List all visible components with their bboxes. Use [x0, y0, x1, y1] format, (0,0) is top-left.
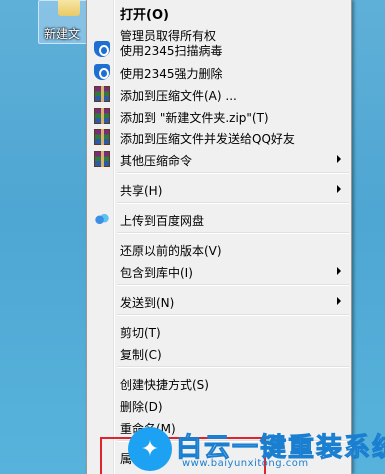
- menu-item-2345-scan[interactable]: 使用2345扫描病毒: [89, 38, 351, 60]
- menu-item-include-in-library[interactable]: 包含到库中(I): [89, 260, 351, 282]
- menu-item-label: 删除(D): [120, 400, 163, 414]
- menu-item-label: 上传到百度网盘: [120, 214, 205, 228]
- menu-item-label: 共享(H): [120, 184, 163, 198]
- menu-item-add-to-zip[interactable]: 添加到 "新建文件夹.zip"(T): [89, 105, 351, 127]
- menu-item-label: 其他压缩命令: [120, 154, 193, 168]
- menu-separator: [117, 314, 349, 316]
- shield-icon: [94, 41, 110, 57]
- desktop-folder-label[interactable]: 新建文: [44, 25, 80, 42]
- menu-item-archive-send-qq[interactable]: 添加到压缩文件并发送给QQ好友: [89, 126, 351, 148]
- folder-icon[interactable]: [58, 0, 80, 16]
- winrar-icon: [94, 151, 110, 167]
- menu-item-label: 复制(C): [120, 348, 162, 362]
- menu-item-share[interactable]: 共享(H): [89, 178, 351, 200]
- shield-icon: [94, 64, 110, 80]
- menu-item-2345-delete[interactable]: 使用2345强力删除: [89, 61, 351, 83]
- menu-item-label: 打开(O): [120, 8, 169, 23]
- menu-item-cut[interactable]: 剪切(T): [89, 320, 351, 342]
- menu-item-send-to[interactable]: 发送到(N): [89, 290, 351, 312]
- baidu-cloud-icon: [94, 211, 110, 227]
- menu-item-label: 包含到库中(I): [120, 266, 193, 280]
- menu-item-label: 剪切(T): [120, 326, 161, 340]
- menu-item-restore-versions[interactable]: 还原以前的版本(V): [89, 238, 351, 260]
- submenu-arrow-icon: [337, 267, 341, 275]
- bird-logo-icon: ✦: [128, 427, 172, 471]
- menu-item-other-compress[interactable]: 其他压缩命令: [89, 148, 351, 170]
- menu-item-label: 添加到压缩文件并发送给QQ好友: [120, 132, 295, 146]
- watermark-url: www.baiyunxitong.com: [182, 458, 309, 469]
- submenu-arrow-icon: [337, 185, 341, 193]
- menu-item-label: 创建快捷方式(S): [120, 378, 209, 392]
- menu-item-label: 还原以前的版本(V): [120, 244, 222, 258]
- menu-separator: [117, 232, 349, 234]
- menu-separator: [117, 202, 349, 204]
- winrar-icon: [94, 129, 110, 145]
- menu-separator: [117, 284, 349, 286]
- context-menu: 打开(O) 管理员取得所有权 使用2345扫描病毒 使用2345强力删除 添加到…: [86, 0, 352, 474]
- menu-item-baidu-upload[interactable]: 上传到百度网盘: [89, 208, 351, 230]
- menu-item-copy[interactable]: 复制(C): [89, 342, 351, 364]
- menu-item-delete[interactable]: 删除(D): [89, 394, 351, 416]
- menu-item-label: 发送到(N): [120, 296, 175, 310]
- menu-item-add-to-archive[interactable]: 添加到压缩文件(A) ...: [89, 83, 351, 105]
- menu-item-create-shortcut[interactable]: 创建快捷方式(S): [89, 372, 351, 394]
- menu-item-label: 使用2345强力删除: [120, 67, 223, 81]
- winrar-icon: [94, 108, 110, 124]
- menu-item-open[interactable]: 打开(O): [89, 1, 351, 23]
- menu-item-label: 使用2345扫描病毒: [120, 44, 223, 58]
- winrar-icon: [94, 86, 110, 102]
- menu-separator: [117, 366, 349, 368]
- submenu-arrow-icon: [337, 155, 341, 163]
- menu-item-label: 添加到压缩文件(A) ...: [120, 89, 237, 103]
- menu-separator: [117, 172, 349, 174]
- submenu-arrow-icon: [337, 297, 341, 305]
- menu-item-label: 添加到 "新建文件夹.zip"(T): [120, 111, 269, 125]
